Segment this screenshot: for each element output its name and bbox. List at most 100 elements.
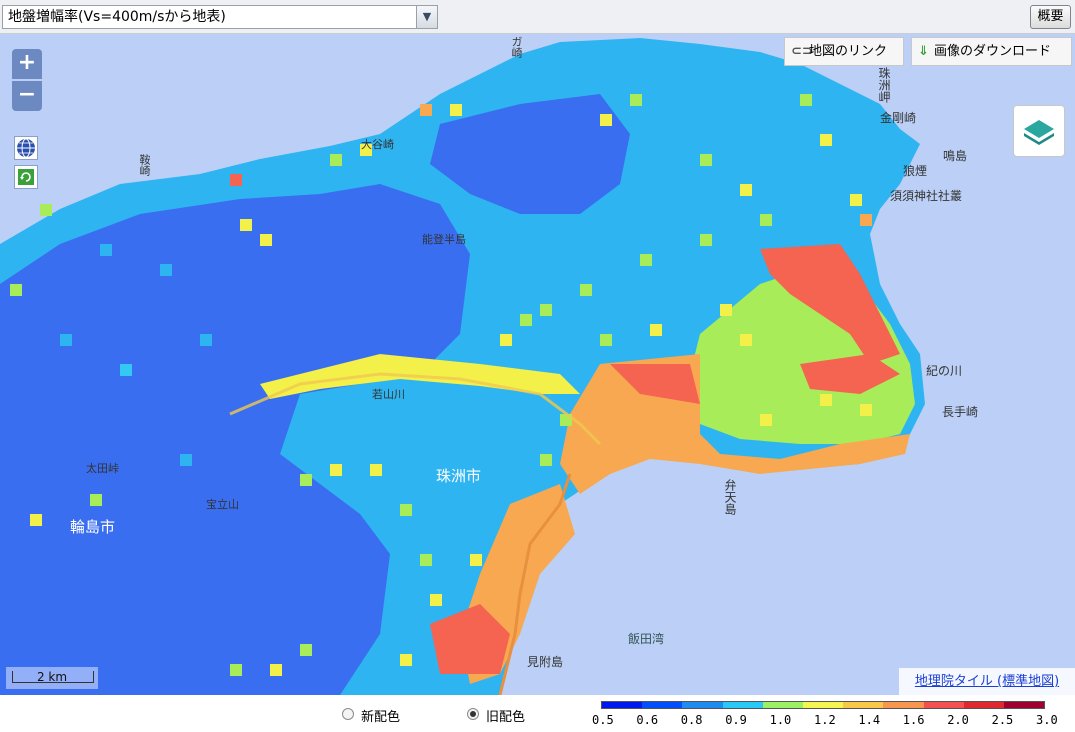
raster-cell — [470, 554, 482, 566]
raster-cell — [400, 654, 412, 666]
raster-cell — [160, 264, 172, 276]
legend-swatch — [1003, 702, 1045, 708]
place-label-kuragari: 鞍崎 — [138, 154, 151, 176]
new-palette-label: 新配色 — [361, 710, 401, 725]
raster-cell — [520, 314, 532, 326]
raster-cell — [580, 284, 592, 296]
place-label-noto-peninsula: 能登半島 — [422, 233, 466, 246]
legend-swatch — [963, 702, 1004, 708]
place-label-mitsukejima: 見附島 — [527, 655, 564, 669]
raster-cell — [330, 154, 342, 166]
place-label-meshima: 鳴島 — [943, 149, 968, 163]
raster-cell — [720, 304, 732, 316]
raster-cell — [90, 494, 102, 506]
globe-icon[interactable] — [14, 136, 38, 160]
raster-cell — [740, 334, 752, 346]
scale-label: 2 km — [36, 670, 68, 684]
place-label-suzu-misaki-shrine: 須須神社社叢 — [890, 189, 963, 203]
legend-tick-label: 1.0 — [769, 713, 792, 727]
scale-bar: 2 km — [6, 667, 98, 689]
legend-swatch — [843, 702, 884, 708]
raster-cell — [820, 394, 832, 406]
top-toolbar: 地盤増幅率(Vs=400m/sから地表) ▼ 概要 — [0, 0, 1075, 34]
legend-swatch — [642, 702, 683, 708]
raster-cell — [500, 334, 512, 346]
place-label-ganmon: ガ崎 — [510, 36, 523, 58]
raster-cell — [800, 94, 812, 106]
place-label-benten: 弁天島 — [723, 479, 737, 515]
color-legend-bar — [601, 701, 1045, 709]
download-button[interactable]: ⇓ 画像のダウンロード — [911, 37, 1072, 66]
place-label-wakayama-river: 若山川 — [372, 388, 405, 401]
raster-cell — [420, 104, 432, 116]
raster-cell — [700, 234, 712, 246]
legend-swatch — [883, 702, 924, 708]
zoom-in-button[interactable]: + — [12, 49, 42, 79]
refresh-icon[interactable] — [14, 165, 38, 189]
legend-tick-label: 2.0 — [947, 713, 969, 727]
raster-cell — [370, 464, 382, 476]
map-link-button[interactable]: ⊂⊃地図のリンク — [784, 37, 904, 66]
legend-tick-label: 3.0 — [1036, 713, 1058, 727]
raster-cell — [640, 254, 652, 266]
legend-swatch — [802, 702, 844, 708]
raster-cell — [60, 334, 72, 346]
place-label-tainose: 太田峠 — [86, 462, 119, 475]
raster-cell — [180, 454, 192, 466]
raster-cell — [760, 214, 772, 226]
legend-footer: 新配色 旧配色 0.5 0.6 0.8 0.9 1.0 1.2 1.4 1.6 2.0 2.5 3.… — [0, 695, 1075, 732]
raster-cell — [630, 94, 642, 106]
place-label-kinokawa: 紀の川 — [926, 364, 963, 378]
place-label-iida-bay: 飯田湾 — [628, 632, 665, 646]
raster-cell — [600, 114, 612, 126]
legend-swatch — [923, 702, 964, 708]
zoom-out-button[interactable]: − — [12, 81, 42, 111]
raster-cell — [300, 474, 312, 486]
raster-cell — [420, 554, 432, 566]
legend-tick-label: 2.5 — [991, 713, 1014, 727]
layers-icon[interactable] — [1013, 105, 1065, 157]
raster-cell — [600, 334, 612, 346]
place-label-oyamazaki: 大谷崎 — [361, 138, 394, 151]
raster-cell — [330, 464, 342, 476]
place-label-tatsugakitsuji: 狼煙 — [903, 164, 928, 178]
new-palette-radio[interactable] — [342, 708, 354, 720]
map-viewport[interactable]: + − ⊂⊃地図のリンク ⇓ 画像のダウンロード 輪島市 珠洲市 若山川 能登半島… — [0, 34, 1075, 695]
raster-cell — [450, 104, 462, 116]
place-label-nagatezaki: 長手崎 — [942, 405, 979, 419]
legend-tick-label: 1.4 — [858, 713, 881, 727]
raster-cell — [820, 134, 832, 146]
download-label: 画像のダウンロード — [934, 44, 1052, 59]
raster-cell — [230, 174, 242, 186]
raster-cell — [650, 324, 662, 336]
map-link-label: 地図のリンク — [809, 44, 888, 59]
raster-cell — [740, 184, 752, 196]
legend-tick-label: 1.6 — [902, 713, 925, 727]
legend-swatch — [602, 702, 643, 708]
place-label-suzumisaki: 珠洲岬 — [877, 67, 891, 103]
raster-cell — [540, 304, 552, 316]
legend-tick-label: 0.9 — [725, 713, 747, 727]
overview-button[interactable]: 概要 — [1030, 5, 1071, 29]
old-palette-radio[interactable] — [467, 708, 479, 720]
legend-swatch — [722, 702, 763, 708]
amplification-heatmap — [0, 34, 1075, 695]
raster-cell — [230, 664, 242, 676]
raster-cell — [860, 404, 872, 416]
raster-cell — [430, 594, 442, 606]
raster-cell — [200, 334, 212, 346]
raster-cell — [860, 214, 872, 226]
raster-cell — [850, 194, 862, 206]
legend-tick-label: 0.8 — [680, 713, 703, 727]
raster-cell — [10, 284, 22, 296]
chevron-down-icon[interactable]: ▼ — [416, 6, 437, 28]
old-palette-label: 旧配色 — [486, 710, 526, 725]
legend-tick-label: 1.2 — [814, 713, 836, 727]
raster-cell — [40, 204, 52, 216]
place-label-kongozaki: 金剛崎 — [880, 111, 917, 125]
attribution-link[interactable]: 地理院タイル (標準地図) — [899, 668, 1075, 695]
raster-cell — [540, 454, 552, 466]
legend-tick-label: 0.6 — [636, 713, 659, 727]
link-icon: ⊂⊃ — [791, 44, 813, 59]
layer-select[interactable]: 地盤増幅率(Vs=400m/sから地表) — [2, 5, 438, 29]
